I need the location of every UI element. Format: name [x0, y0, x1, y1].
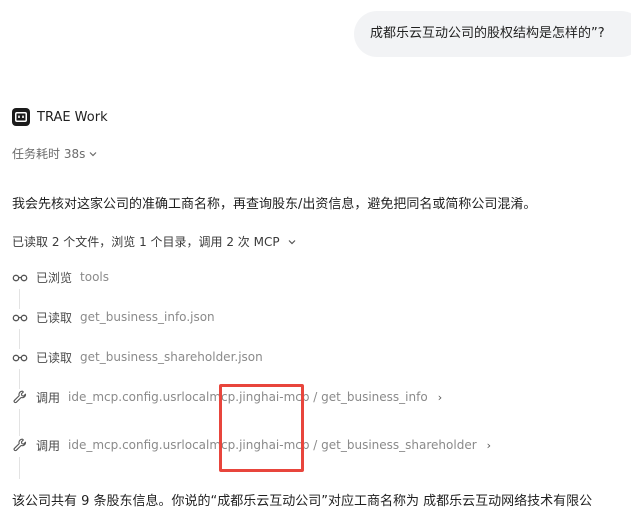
chevron-down-icon	[288, 239, 296, 245]
tool-summary-text: 已读取 2 个文件，浏览 1 个目录，调用 2 次 MCP	[12, 235, 280, 249]
user-message-text: 成都乐云互动公司的股权结构是怎样的”?	[370, 26, 605, 41]
step-browse-tools[interactable]: 已浏览 tools	[12, 268, 109, 286]
elapsed-label: 任务耗时 38s	[12, 147, 86, 161]
step-target: get_business_info.json	[80, 310, 215, 324]
step-read-business-shareholder[interactable]: 已读取 get_business_shareholder.json	[12, 348, 263, 366]
wrench-icon	[12, 389, 28, 405]
step-action: 调用	[36, 390, 61, 405]
answer-text: 该公司共有 9 条股东信息。你说的“成都乐云互动公司”对应工商名称为 成都乐云互…	[12, 494, 593, 509]
timeline-connector	[19, 329, 20, 349]
chevron-down-icon	[89, 151, 97, 157]
step-action: 已读取	[36, 350, 73, 365]
step-action: 已浏览	[36, 270, 73, 285]
chevron-right-icon: ›	[486, 438, 492, 452]
tool-summary-toggle[interactable]: 已读取 2 个文件，浏览 1 个目录，调用 2 次 MCP	[12, 233, 296, 250]
timeline-connector	[19, 409, 20, 436]
wrench-icon	[12, 437, 28, 453]
glasses-icon	[12, 269, 28, 285]
agent-header: TRAE Work	[12, 106, 108, 128]
chevron-right-icon: ›	[437, 390, 443, 404]
step-read-business-info[interactable]: 已读取 get_business_info.json	[12, 308, 215, 326]
agent-name: TRAE Work	[37, 109, 108, 125]
elapsed-toggle[interactable]: 任务耗时 38s	[12, 145, 97, 162]
trae-logo-icon	[12, 108, 30, 126]
glasses-icon	[12, 349, 28, 365]
highlight-annotation-box	[219, 384, 304, 472]
step-target: get_business_shareholder.json	[80, 350, 263, 364]
step-action: 调用	[36, 438, 61, 453]
step-target: tools	[80, 270, 109, 284]
timeline-connector	[19, 289, 20, 309]
timeline-connector	[19, 369, 20, 389]
timeline-connector	[19, 457, 20, 479]
user-message-bubble: 成都乐云互动公司的股权结构是怎样的”?	[354, 11, 631, 57]
step-action: 已读取	[36, 310, 73, 325]
lead-text: 我会先核对这家公司的准确工商名称，再查询股东/出资信息，避免把同名或简称公司混淆…	[12, 197, 537, 212]
glasses-icon	[12, 309, 28, 325]
